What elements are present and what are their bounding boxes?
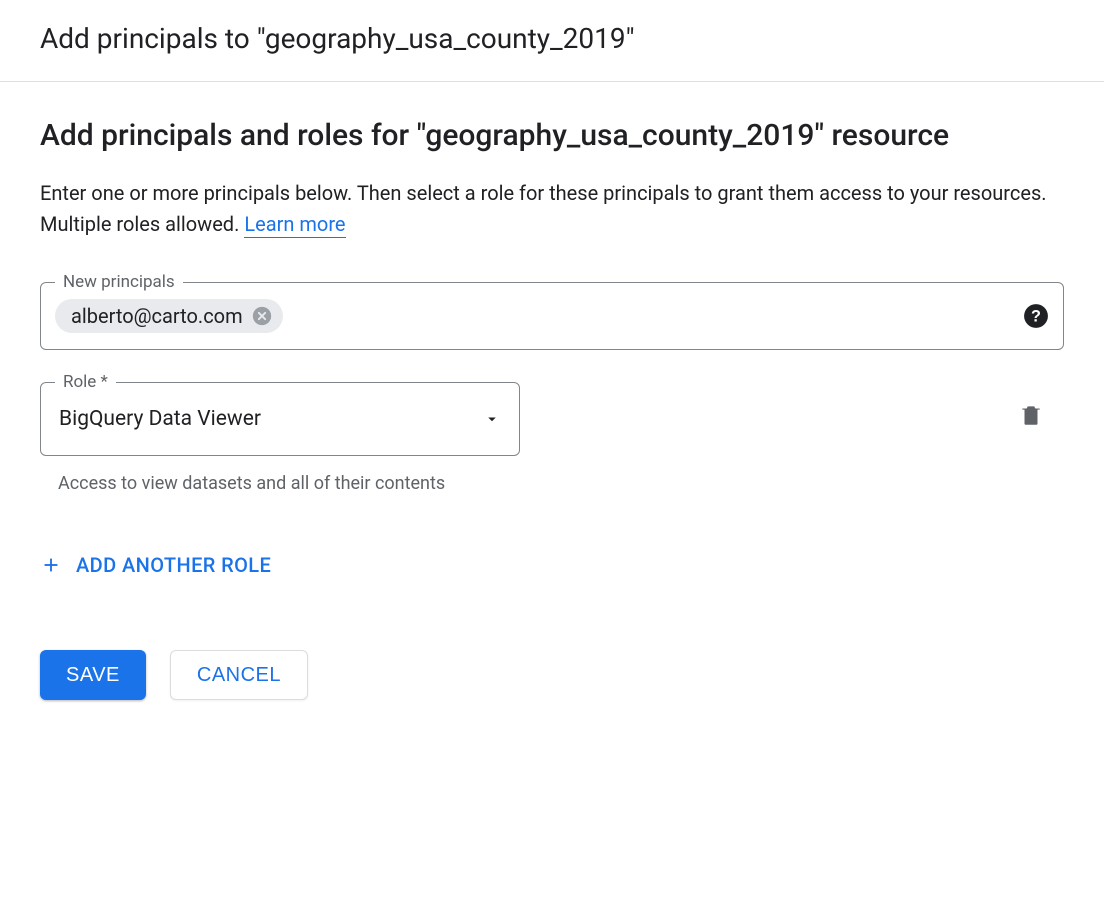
section-title: Add principals and roles for "geography_… — [40, 116, 1064, 156]
principal-chip[interactable]: alberto@carto.com — [55, 299, 283, 333]
add-another-role-label: ADD ANOTHER ROLE — [76, 553, 271, 577]
plus-icon — [40, 554, 62, 576]
learn-more-link[interactable]: Learn more — [244, 212, 345, 238]
delete-role-icon[interactable] — [1018, 413, 1044, 432]
panel-content: Add principals and roles for "geography_… — [0, 82, 1104, 734]
cancel-button[interactable]: CANCEL — [170, 650, 308, 700]
button-row: SAVE CANCEL — [40, 650, 1064, 700]
section-description: Enter one or more principals below. Then… — [40, 178, 1064, 240]
description-text: Enter one or more principals below. Then… — [40, 181, 1047, 236]
add-principals-panel: Add principals to "geography_usa_county_… — [0, 0, 1104, 734]
add-another-role-button[interactable]: ADD ANOTHER ROLE — [40, 553, 271, 577]
new-principals-field[interactable]: New principals alberto@carto.com ? — [40, 282, 1064, 350]
svg-text:?: ? — [1031, 307, 1041, 325]
dropdown-arrow-icon — [483, 410, 501, 428]
role-row: Role * BigQuery Data Viewer Access to vi… — [40, 382, 1064, 497]
panel-header: Add principals to "geography_usa_county_… — [0, 0, 1104, 82]
role-select-field[interactable]: Role * BigQuery Data Viewer — [40, 382, 520, 456]
role-selected-value: BigQuery Data Viewer — [59, 407, 261, 431]
help-icon[interactable]: ? — [1023, 303, 1049, 329]
role-label: Role * — [55, 372, 116, 392]
new-principals-label: New principals — [55, 272, 183, 292]
role-helper-text: Access to view datasets and all of their… — [58, 470, 516, 497]
save-button[interactable]: SAVE — [40, 650, 146, 700]
chip-remove-icon[interactable] — [251, 305, 273, 327]
panel-header-title: Add principals to "geography_usa_county_… — [40, 22, 1064, 55]
principal-chip-text: alberto@carto.com — [71, 306, 243, 326]
